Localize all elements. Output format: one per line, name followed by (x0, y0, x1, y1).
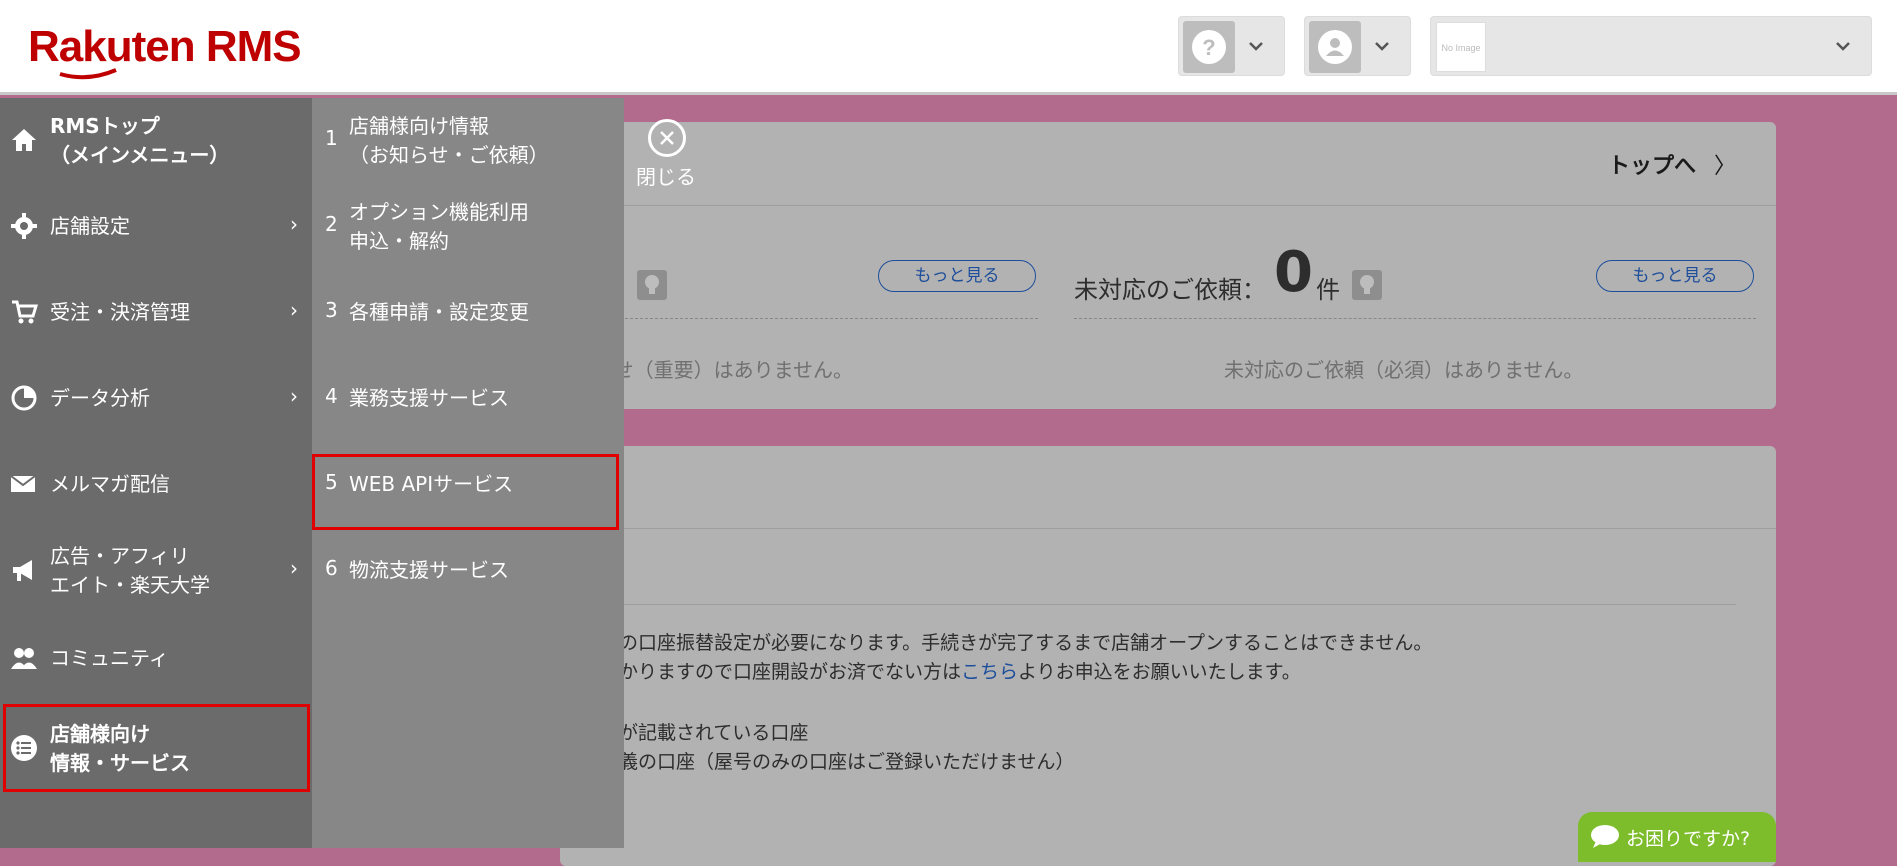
menu-item-ads-affiliate[interactable]: 広告・アフィリ エイト・楽天大学 › (0, 542, 312, 600)
user-menu-button[interactable] (1304, 16, 1411, 76)
notice-card: トップへ〉 もっと見る らせ（重要）はありません。 未対応のご依頼： 0 件 も… (560, 122, 1776, 409)
close-menu-button[interactable]: 閉じる (636, 119, 696, 189)
menu-item-label: 広告・アフィリ エイト・楽天大学 (50, 544, 210, 597)
chevron-right-icon: › (290, 384, 298, 408)
chat-bubble-icon (1591, 825, 1619, 848)
header: Rakuten RMS ? No Image (0, 0, 1897, 95)
divider (560, 318, 1038, 319)
sub-item-label: 店舗様向け情報 （お知らせ・ご依頼） (349, 114, 549, 167)
chevron-right-icon: › (290, 298, 298, 322)
menu-item-rms-top[interactable]: RMSトップ （メインメニュー） (0, 112, 312, 170)
menu-item-analytics[interactable]: データ分析 › (0, 384, 312, 414)
mail-icon (10, 475, 36, 492)
chevron-right-icon: 〉 (1713, 154, 1736, 179)
setup-line-3: 名が記載されている口座 (600, 722, 809, 744)
chevron-down-icon (1375, 42, 1389, 51)
menu-item-mail-magazine[interactable]: メルマガ配信 (0, 470, 312, 500)
notice-none-text: らせ（重要）はありません。 (594, 358, 853, 382)
help-chat-button[interactable]: お困りですか? (1578, 812, 1776, 862)
apply-link[interactable]: こちら (961, 661, 1018, 683)
setup-line-4: 名義の口座（屋号のみの口座はご登録いただけません） (600, 751, 1075, 773)
logo-swoosh (59, 68, 117, 80)
sub-menu: 1 店舗様向け情報 （お知らせ・ご依頼） 2 オプション機能利用 申込・解約 3… (312, 98, 624, 848)
sub-item-options[interactable]: 2 オプション機能利用 申込・解約 (312, 198, 624, 256)
user-icon (1309, 21, 1361, 73)
setup-line-2: かかりますので口座開設がお済でない方はこちらよりお申込をお願いいたします。 (600, 661, 1301, 683)
highlight-box (3, 704, 310, 792)
svg-text:?: ? (1202, 35, 1215, 60)
megaphone-icon (13, 560, 32, 581)
bulb-icon (637, 270, 667, 300)
people-icon (11, 648, 37, 669)
main-menu: RMSトップ （メインメニュー） 店舗設定 › 受注・決済管理 › データ分析 … (0, 98, 312, 848)
close-icon (648, 119, 686, 157)
divider (560, 528, 1776, 529)
chevron-right-icon: › (290, 212, 298, 236)
shop-thumbnail: No Image (1436, 22, 1486, 72)
bulb-icon (1352, 270, 1382, 300)
highlight-box (312, 454, 619, 530)
requests-unit: 件 (1316, 276, 1340, 304)
sub-item-logistics[interactable]: 6 物流支援サービス (312, 556, 624, 586)
more-requests-button[interactable]: もっと見る (1596, 260, 1754, 292)
question-circle-icon: ? (1183, 21, 1235, 73)
chevron-down-icon (1836, 42, 1850, 51)
divider (600, 604, 1736, 605)
card-header: トップへ〉 (560, 122, 1776, 206)
help-menu-button[interactable]: ? (1178, 16, 1285, 76)
chevron-right-icon: › (290, 556, 298, 580)
requests-label: 未対応のご依頼： (1074, 276, 1266, 304)
requests-none-text: 未対応のご依頼（必須）はありません。 (1224, 358, 1584, 382)
sub-item-applications[interactable]: 3 各種申請・設定変更 (312, 298, 624, 328)
more-notices-button[interactable]: もっと見る (878, 260, 1036, 292)
divider (1074, 318, 1756, 319)
menu-item-label: RMSトップ （メインメニュー） (50, 114, 230, 167)
sub-item-shop-info[interactable]: 1 店舗様向け情報 （お知らせ・ご依頼） (312, 112, 624, 170)
pie-chart-icon (11, 385, 37, 411)
menu-item-community[interactable]: コミュニティ (0, 644, 312, 674)
to-top-link[interactable]: トップへ〉 (1608, 148, 1736, 180)
setup-line-1: 行の口座振替設定が必要になります。手続きが完了するまで店舗オープンすることはでき… (600, 632, 1433, 654)
sub-item-label: オプション機能利用 申込・解約 (349, 200, 529, 253)
setup-card: 行の口座振替設定が必要になります。手続きが完了するまで店舗オープンすることはでき… (560, 446, 1776, 866)
sub-item-business-support[interactable]: 4 業務支援サービス (312, 384, 624, 414)
gear-icon (11, 213, 37, 239)
menu-item-orders[interactable]: 受注・決済管理 › (0, 298, 312, 328)
home-icon (12, 129, 36, 151)
requests-count: 0 (1274, 240, 1313, 305)
cart-icon (12, 300, 38, 324)
menu-item-store-settings[interactable]: 店舗設定 › (0, 212, 312, 242)
shop-selector[interactable]: No Image (1430, 16, 1872, 76)
chevron-down-icon (1249, 42, 1263, 51)
